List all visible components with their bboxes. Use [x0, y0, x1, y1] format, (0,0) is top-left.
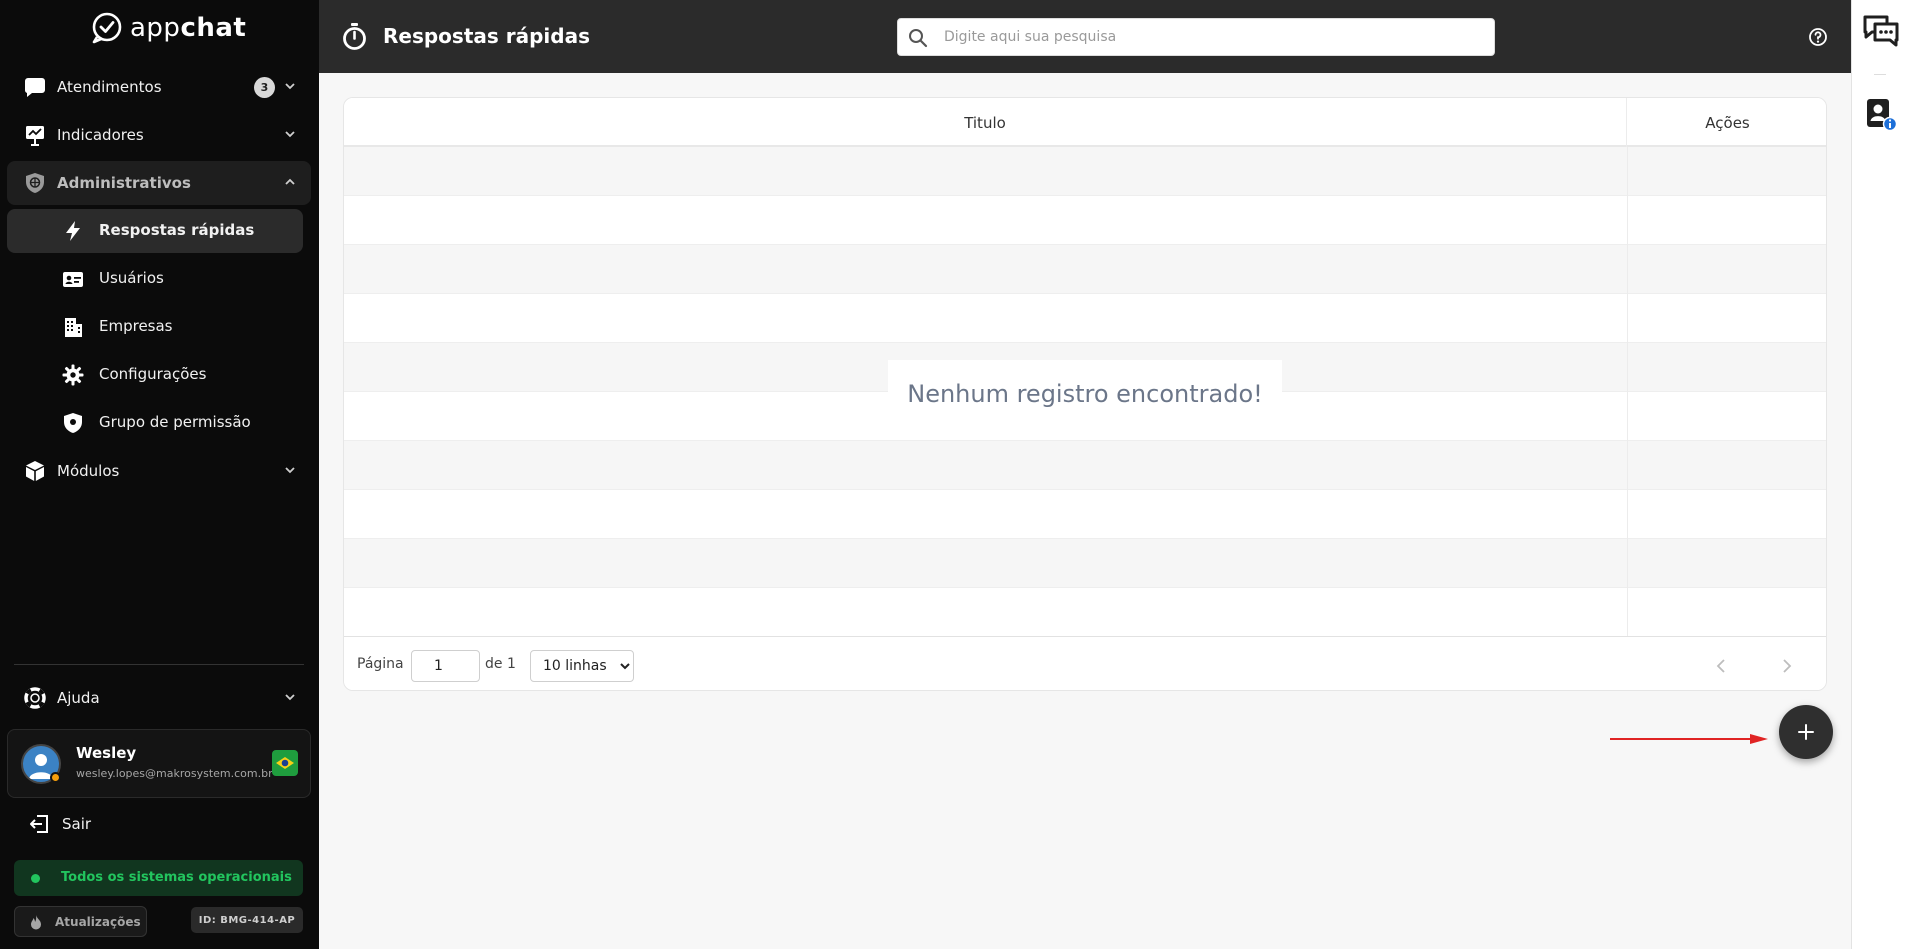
system-status-banner[interactable]: Todos os sistemas operacionais — [14, 860, 303, 896]
search-icon — [909, 29, 928, 48]
sidebar-item-modulos[interactable]: Módulos — [7, 449, 311, 493]
chevron-down-icon — [285, 467, 295, 474]
sidebar-item-label: Módulos — [57, 462, 120, 480]
chevron-down-icon — [285, 131, 295, 138]
chat-bubble-icon — [24, 76, 46, 98]
logout-button[interactable]: Sair — [7, 802, 311, 846]
empty-state-message: Nenhum registro encontrado! — [888, 360, 1282, 428]
table-row — [344, 588, 1826, 637]
sidebar-item-indicadores[interactable]: Indicadores — [7, 113, 311, 157]
status-dot — [31, 874, 40, 883]
sidebar-subitem-respostas-rapidas[interactable]: Respostas rápidas — [7, 209, 303, 253]
table-row — [344, 539, 1826, 588]
sidebar-item-label: Atendimentos — [57, 78, 162, 96]
table-row — [344, 490, 1826, 539]
sidebar-subitem-configuracoes[interactable]: Configurações — [7, 353, 303, 397]
help-circle-icon[interactable] — [1808, 27, 1828, 47]
table-row — [344, 196, 1826, 245]
shield-icon — [62, 412, 84, 434]
sidebar-subitem-label: Empresas — [99, 317, 173, 335]
sidebar-item-ajuda[interactable]: Ajuda — [7, 676, 311, 720]
table-header: Titulo Ações — [344, 98, 1826, 147]
app-logo[interactable]: appchat — [90, 11, 246, 45]
chevron-right-icon[interactable] — [1775, 655, 1797, 677]
user-email: wesley.lopes@makrosystem.com.br — [76, 767, 273, 780]
count-badge: 3 — [254, 77, 275, 98]
building-icon — [62, 316, 84, 338]
shield-globe-icon — [24, 172, 46, 194]
chevron-down-icon — [285, 694, 295, 701]
table-row — [344, 245, 1826, 294]
brazil-flag-icon[interactable] — [272, 750, 298, 776]
lightning-icon — [62, 220, 84, 242]
flame-icon — [31, 915, 41, 930]
table-row — [344, 147, 1826, 196]
logout-label: Sair — [62, 815, 92, 833]
add-quick-reply-button[interactable] — [1779, 705, 1833, 759]
sidebar-subitem-label: Respostas rápidas — [99, 221, 255, 239]
system-status-text: Todos os sistemas operacionais — [61, 870, 292, 885]
chevron-up-icon — [285, 178, 295, 185]
pagination-bar: Página de 1 10 linhas — [344, 636, 1826, 690]
sidebar-subitem-empresas[interactable]: Empresas — [7, 305, 303, 349]
search-box[interactable] — [897, 18, 1495, 56]
updates-label: Atualizações — [55, 915, 141, 929]
logout-icon — [28, 813, 50, 835]
column-header-titulo[interactable]: Titulo — [344, 98, 1627, 147]
user-card[interactable]: Wesley wesley.lopes@makrosystem.com.br — [7, 729, 311, 798]
page-title: Respostas rápidas — [383, 24, 591, 48]
sidebar-item-atendimentos[interactable]: Atendimentos 3 — [7, 65, 311, 109]
gear-icon — [62, 364, 84, 386]
rail-divider — [1874, 74, 1886, 75]
right-rail — [1851, 0, 1905, 949]
system-id-chip: ID: BMG-414-AP — [191, 907, 303, 933]
table-row — [344, 294, 1826, 343]
sidebar-item-label: Administrativos — [57, 174, 191, 192]
app-logo-text: appchat — [130, 13, 247, 43]
presentation-chart-icon — [24, 124, 46, 146]
sidebar-subitem-grupo-permissao[interactable]: Grupo de permissão — [7, 401, 303, 445]
updates-button[interactable]: Atualizações — [14, 906, 147, 937]
search-input[interactable] — [944, 19, 1484, 55]
sidebar-subitem-label: Grupo de permissão — [99, 413, 251, 431]
sidebar-subitem-label: Usuários — [99, 269, 164, 287]
plus-icon — [1798, 724, 1814, 740]
cube-icon — [24, 460, 46, 482]
header-bar: Respostas rápidas — [319, 0, 1851, 73]
annotation-arrow-icon — [1610, 734, 1768, 744]
column-header-acoes: Ações — [1705, 113, 1750, 132]
sidebar-subitem-label: Configurações — [99, 365, 207, 383]
user-name: Wesley — [76, 744, 137, 762]
rows-per-page-select[interactable]: 10 linhas — [530, 650, 634, 682]
sidebar-item-label: Ajuda — [57, 689, 100, 707]
page-number-input[interactable] — [411, 650, 480, 682]
chevron-down-icon — [285, 83, 295, 90]
sidebar-item-administrativos[interactable]: Administrativos — [7, 161, 311, 205]
chat-check-icon — [92, 12, 122, 44]
contact-info-icon[interactable] — [1865, 98, 1897, 132]
sidebar-divider — [14, 664, 304, 665]
sidebar: appchat Atendimentos 3 Indicadores Admin… — [0, 0, 319, 949]
chat-messages-icon[interactable] — [1863, 14, 1899, 50]
page-total-label: de 1 — [485, 656, 516, 672]
sidebar-item-label: Indicadores — [57, 126, 144, 144]
quick-replies-table: Titulo Ações Nenhum registro encontrado!… — [343, 97, 1827, 691]
lifebuoy-icon — [24, 687, 46, 709]
chevron-left-icon[interactable] — [1711, 655, 1733, 677]
sidebar-subitem-usuarios[interactable]: Usuários — [7, 257, 303, 301]
id-card-icon — [62, 268, 84, 290]
presence-dot — [50, 772, 61, 783]
table-row — [344, 441, 1826, 490]
page-label: Página — [357, 656, 404, 672]
stopwatch-icon — [343, 23, 366, 50]
